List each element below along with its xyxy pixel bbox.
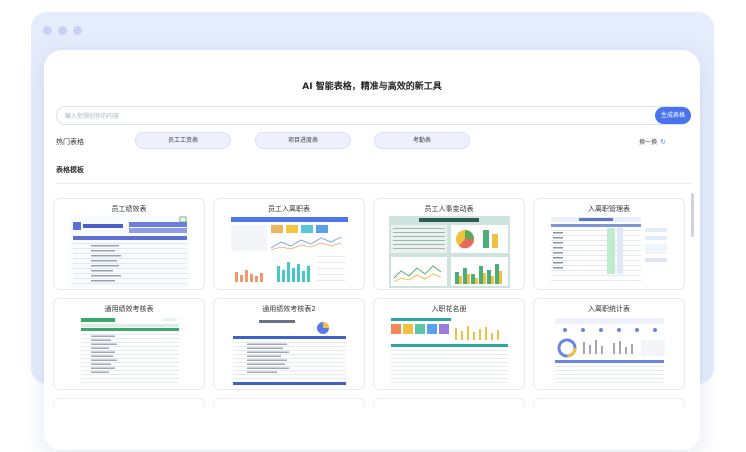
template-card-title: 通用绩效考核表: [104, 305, 154, 313]
hot-chip-attendance[interactable]: 考勤表: [374, 132, 470, 149]
template-card-title: 入离职统计表: [588, 305, 630, 313]
template-card-title: 员工人事变动表: [424, 205, 474, 213]
template-card-title: 员工绩效表: [111, 205, 147, 213]
template-card-personnel-change[interactable]: 员工人事变动表: [373, 198, 525, 290]
template-thumbnail: [69, 216, 190, 288]
bottom-fade: [44, 402, 700, 450]
search-box[interactable]: [56, 106, 690, 125]
refresh-label: 换一换: [639, 139, 658, 146]
template-card-onboarding[interactable]: 员工入离职表: [213, 198, 365, 290]
template-card-title: 入职花名册: [431, 305, 467, 313]
refresh-button[interactable]: 换一换 ↻: [639, 137, 666, 147]
template-card-entry-exit-statistics[interactable]: 入离职统计表: [533, 298, 685, 390]
template-thumbnail: [229, 216, 350, 288]
hot-tables-label: 热门表格: [56, 138, 84, 146]
scrollbar[interactable]: [691, 193, 694, 237]
template-thumbnail: [69, 316, 190, 388]
template-card-title: 通用绩效考核表2: [262, 305, 316, 313]
templates-section-label: 表格模板: [56, 166, 84, 174]
template-card-entry-roster[interactable]: 入职花名册: [373, 298, 525, 390]
divider: [56, 183, 692, 184]
template-card-general-performance[interactable]: 通用绩效考核表: [53, 298, 205, 390]
template-thumbnail: [229, 316, 350, 388]
hot-chip-salary[interactable]: 员工工资表: [135, 132, 231, 149]
template-card-entry-exit-management[interactable]: 入离职管理表: [533, 198, 685, 290]
template-thumbnail: [389, 316, 510, 388]
search-input[interactable]: [65, 110, 635, 122]
template-thumbnail: [549, 316, 670, 388]
template-thumbnail: [389, 216, 510, 288]
generate-table-button[interactable]: 生成表格: [655, 107, 691, 124]
page-title: AI 智能表格，精准与高效的新工具: [302, 82, 442, 92]
window-dot-icon[interactable]: [58, 26, 67, 35]
window-controls: [43, 26, 82, 35]
template-card-general-performance-2[interactable]: 通用绩效考核表2: [213, 298, 365, 390]
template-card-title: 员工入离职表: [268, 205, 310, 213]
template-card-title: 入离职管理表: [588, 205, 630, 213]
main-panel: AI 智能表格，精准与高效的新工具 生成表格 热门表格 员工工资表 项目进度表 …: [44, 50, 700, 450]
hot-chip-progress[interactable]: 项目进度表: [255, 132, 351, 149]
refresh-icon: ↻: [660, 137, 666, 146]
window-dot-icon[interactable]: [73, 26, 82, 35]
window-dot-icon[interactable]: [43, 26, 52, 35]
template-thumbnail: [549, 216, 670, 288]
template-card-performance[interactable]: 员工绩效表: [53, 198, 205, 290]
